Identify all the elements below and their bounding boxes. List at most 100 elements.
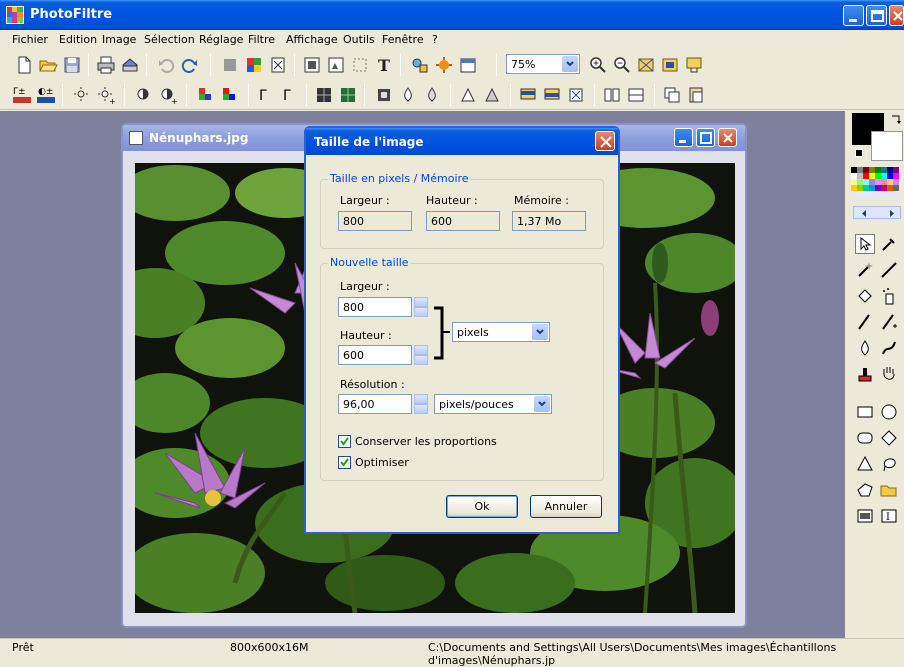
browser-icon[interactable] xyxy=(410,55,430,75)
line-tool-icon[interactable] xyxy=(879,260,899,280)
smudge-tool-icon[interactable] xyxy=(879,338,899,358)
menu-fichier[interactable]: Fichier xyxy=(12,33,48,46)
polygon-tool-icon[interactable] xyxy=(855,480,875,500)
effects-icon[interactable] xyxy=(434,55,454,75)
eyedropper-tool-icon[interactable] xyxy=(879,234,899,254)
rounded-rect-tool-icon[interactable] xyxy=(855,428,875,448)
fit-window-icon[interactable] xyxy=(660,55,680,75)
menu-image[interactable]: Image xyxy=(102,33,136,46)
dialog-titlebar[interactable]: Taille de l'image xyxy=(306,128,618,155)
print-icon[interactable] xyxy=(96,55,116,75)
optimize-label[interactable]: Optimiser xyxy=(355,456,409,469)
minimize-button[interactable] xyxy=(843,5,864,26)
gamma-plus-icon[interactable]: Γ xyxy=(280,85,300,105)
text-icon[interactable]: T xyxy=(374,55,394,75)
new-height-spinner[interactable] xyxy=(414,345,428,365)
resolution-spinner[interactable] xyxy=(414,394,428,414)
new-file-icon[interactable] xyxy=(14,55,34,75)
gamma-minus-icon[interactable]: Γ xyxy=(256,85,276,105)
auto-levels-icon[interactable]: Γ± xyxy=(12,85,32,105)
diamond-tool-icon[interactable] xyxy=(879,428,899,448)
copy-image-icon[interactable] xyxy=(662,85,682,105)
lasso-tool-icon[interactable] xyxy=(879,454,899,474)
ok-button[interactable]: Ok xyxy=(446,495,518,518)
fill-tool-icon[interactable] xyxy=(855,286,875,306)
frame-tool-icon[interactable] xyxy=(855,506,875,526)
calendar-icon[interactable] xyxy=(458,55,478,75)
scanner-icon[interactable] xyxy=(120,55,140,75)
triangle-tool-icon[interactable] xyxy=(855,454,875,474)
color-palette[interactable] xyxy=(851,167,903,203)
drop-light-icon[interactable] xyxy=(398,85,418,105)
image-size-dialog[interactable]: Taille de l'image Taille en pixels / Mém… xyxy=(304,126,620,534)
open-folder-icon[interactable] xyxy=(38,55,58,75)
flip-vertical-icon[interactable] xyxy=(542,85,562,105)
split-icon[interactable] xyxy=(626,85,646,105)
keep-proportions-label[interactable]: Conserver les proportions xyxy=(355,435,497,448)
default-colors-icon[interactable] xyxy=(855,149,863,157)
actual-size-icon[interactable] xyxy=(636,55,656,75)
resolution-input[interactable]: 96,00 xyxy=(338,394,412,414)
drop-dark-icon[interactable] xyxy=(422,85,442,105)
background-color-swatch[interactable] xyxy=(871,131,903,161)
filter-icon[interactable] xyxy=(268,55,288,75)
brightness-plus-icon[interactable]: + xyxy=(96,85,116,106)
image-minimize-button[interactable] xyxy=(674,128,693,147)
colors-icon[interactable] xyxy=(244,55,264,75)
palette-scroll[interactable] xyxy=(853,206,901,219)
grid-filter-icon[interactable] xyxy=(314,85,334,105)
ellipse-tool-icon[interactable] xyxy=(879,402,899,422)
selection-icon[interactable] xyxy=(350,55,370,75)
image-size-icon[interactable] xyxy=(302,55,322,75)
keep-proportions-checkbox[interactable] xyxy=(338,435,351,448)
chevron-down-icon[interactable] xyxy=(532,324,548,340)
brush-tool-icon[interactable] xyxy=(855,312,875,332)
stamp-tool-icon[interactable] xyxy=(855,364,875,384)
dialog-close-button[interactable] xyxy=(595,131,615,151)
canvas-size-icon[interactable] xyxy=(326,55,346,75)
auto-contrast-icon[interactable]: ◐± xyxy=(36,85,56,105)
blur-tool-icon[interactable] xyxy=(855,338,875,358)
pointer-tool-icon[interactable] xyxy=(855,234,875,254)
paste-image-icon[interactable] xyxy=(686,85,706,105)
flip-horizontal-icon[interactable] xyxy=(518,85,538,105)
chevron-down-icon[interactable] xyxy=(534,396,550,412)
rotate-icon[interactable] xyxy=(566,85,586,105)
text-frame-tool-icon[interactable]: I xyxy=(879,506,899,526)
menu-fenetre[interactable]: Fenêtre xyxy=(382,33,424,46)
blur-icon[interactable] xyxy=(482,85,502,105)
menu-filtre[interactable]: Filtre xyxy=(248,33,275,46)
magic-wand-tool-icon[interactable] xyxy=(855,260,875,280)
emboss-icon[interactable] xyxy=(374,85,394,105)
contrast-minus-icon[interactable] xyxy=(134,85,154,105)
mosaic-filter-icon[interactable] xyxy=(338,85,358,105)
image-close-button[interactable] xyxy=(718,128,737,147)
sharpen-icon[interactable] xyxy=(458,85,478,105)
brightness-minus-icon[interactable] xyxy=(72,85,92,105)
zoom-in-icon[interactable] xyxy=(588,55,608,75)
hand-tool-icon[interactable] xyxy=(879,364,899,384)
advanced-brush-tool-icon[interactable] xyxy=(879,312,899,332)
saturation-minus-icon[interactable] xyxy=(196,85,216,105)
open-folder-tool-icon[interactable] xyxy=(879,480,899,500)
menu-outils[interactable]: Outils xyxy=(343,33,375,46)
redo-icon[interactable] xyxy=(180,55,200,75)
saturation-plus-icon[interactable] xyxy=(220,85,240,105)
menu-selection[interactable]: Sélection xyxy=(144,33,195,46)
menu-help[interactable]: ? xyxy=(432,33,438,46)
undo-icon[interactable] xyxy=(156,55,176,75)
zoom-out-icon[interactable] xyxy=(612,55,632,75)
contrast-plus-icon[interactable]: + xyxy=(158,85,178,106)
new-height-input[interactable]: 600 xyxy=(338,345,412,365)
cancel-button[interactable]: Annuler xyxy=(530,495,602,518)
swap-colors-icon[interactable] xyxy=(889,113,903,130)
mirror-icon[interactable] xyxy=(602,85,622,105)
new-width-input[interactable]: 800 xyxy=(338,297,412,317)
image-maximize-button[interactable] xyxy=(696,128,715,147)
spray-tool-icon[interactable] xyxy=(879,286,899,306)
rectangle-tool-icon[interactable] xyxy=(855,402,875,422)
resolution-unit-select[interactable]: pixels/pouces xyxy=(434,394,552,414)
new-width-spinner[interactable] xyxy=(414,297,428,317)
crop-icon[interactable] xyxy=(220,55,240,75)
close-button[interactable] xyxy=(889,5,904,26)
